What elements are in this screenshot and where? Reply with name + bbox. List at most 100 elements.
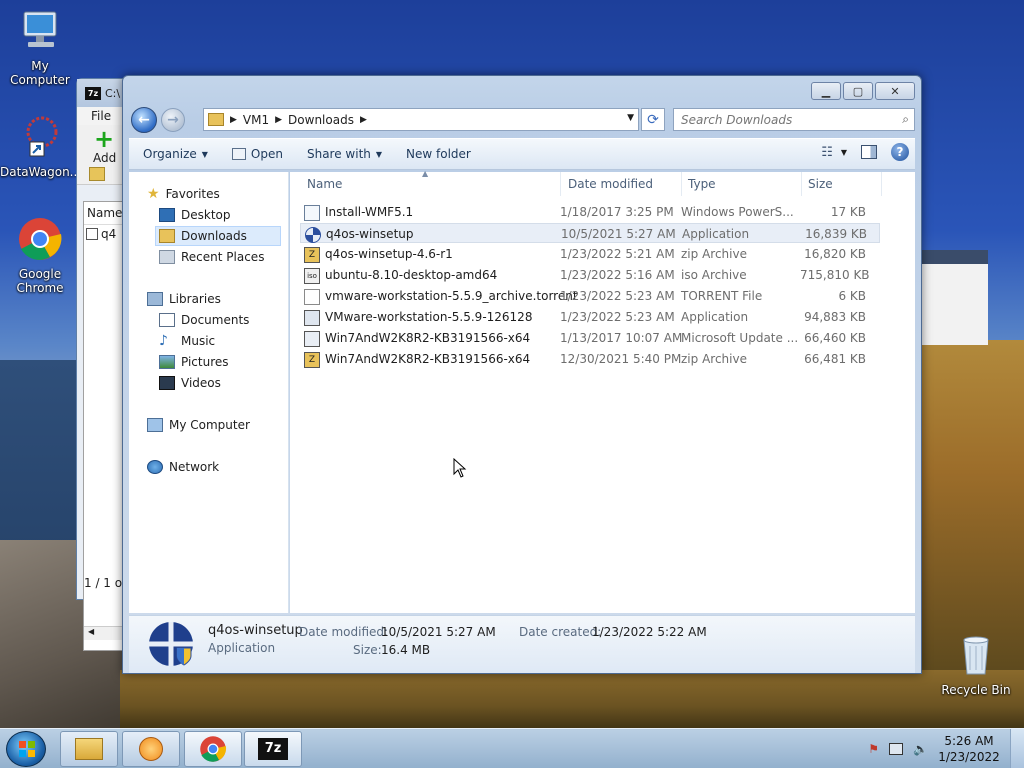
zip-archive-icon: Z xyxy=(304,352,320,368)
close-button[interactable]: ✕ xyxy=(875,82,915,100)
taskbar-media-player-button[interactable] xyxy=(122,731,180,767)
windows-logo-icon xyxy=(19,741,35,757)
details-date-created: 1/23/2022 5:22 AM xyxy=(592,625,707,639)
open-icon xyxy=(231,148,246,160)
desktop-icon-datawagon[interactable]: DataWagon... xyxy=(0,114,81,179)
file-row[interactable]: iso ubuntu-8.10-desktop-amd64 1/23/2022 … xyxy=(300,265,880,285)
details-date-modified-label: Date modified: xyxy=(299,625,389,639)
breadcrumb-downloads[interactable]: Downloads xyxy=(288,113,354,127)
nav-desktop[interactable]: Desktop xyxy=(159,205,231,225)
breadcrumb-vm1[interactable]: VM1 xyxy=(243,113,269,127)
search-box[interactable]: ⌕ xyxy=(673,108,915,131)
share-with-button[interactable]: Share with ▼ xyxy=(295,139,394,169)
view-options-button[interactable]: ☷ ▼ xyxy=(821,145,847,160)
videos-icon xyxy=(159,376,175,390)
organize-button[interactable]: Organize ▼ xyxy=(129,139,220,169)
minimize-icon: ▁ xyxy=(821,84,831,98)
nav-my-computer[interactable]: My Computer xyxy=(147,415,250,435)
recycle-bin-icon xyxy=(936,632,1016,681)
nav-music[interactable]: ♪ Music xyxy=(159,331,215,351)
preview-pane-button[interactable] xyxy=(861,145,877,159)
action-center-flag-icon[interactable]: ⚑ xyxy=(868,742,879,756)
nav-recent-places[interactable]: Recent Places xyxy=(159,247,264,267)
refresh-button[interactable]: ⟳ xyxy=(641,108,665,131)
forward-arrow-icon: → xyxy=(167,112,179,128)
breadcrumb-separator-icon[interactable]: ▶ xyxy=(360,115,367,125)
q4os-app-icon xyxy=(305,227,321,243)
desktop-icon-my-computer[interactable]: My Computer xyxy=(0,8,80,87)
chevron-down-icon: ▼ xyxy=(840,147,847,157)
back-button[interactable]: ← xyxy=(131,107,157,133)
nav-documents[interactable]: Documents xyxy=(159,310,249,330)
taskbar-7zip-button[interactable]: 7z xyxy=(244,731,302,767)
chevron-down-icon: ▼ xyxy=(375,149,383,159)
msu-update-icon xyxy=(304,331,320,347)
wallpaper-house xyxy=(918,250,988,345)
column-name[interactable]: Name xyxy=(301,172,561,196)
folder-up-icon[interactable] xyxy=(89,167,105,181)
navigation-pane[interactable]: ★ Favorites Desktop Downloads Recent Pla… xyxy=(129,172,289,613)
nav-favorites[interactable]: ★ Favorites xyxy=(147,184,220,204)
help-button[interactable]: ? xyxy=(891,143,909,161)
search-icon[interactable]: ⌕ xyxy=(902,112,909,127)
folder-icon xyxy=(75,738,103,760)
taskbar-chrome-button[interactable] xyxy=(184,731,242,767)
new-folder-button[interactable]: New folder xyxy=(394,139,483,169)
details-date-modified: 10/5/2021 5:27 AM xyxy=(381,625,496,639)
nav-videos[interactable]: Videos xyxy=(159,373,221,393)
address-bar[interactable]: ▶ VM1 ▶ Downloads ▶ ▼ xyxy=(203,108,639,131)
breadcrumb-separator-icon[interactable]: ▶ xyxy=(230,115,237,125)
computer-icon xyxy=(0,8,80,57)
search-input[interactable] xyxy=(681,112,891,127)
chrome-icon xyxy=(0,216,80,265)
column-date-modified[interactable]: Date modified xyxy=(562,172,682,196)
explorer-window[interactable]: ▁ ▢ ✕ ← → ▶ VM1 ▶ Downloads ▶ ▼ ⟳ ⌕ Orga… xyxy=(122,75,922,674)
wallpaper-grass xyxy=(120,670,1024,730)
column-size[interactable]: Size xyxy=(802,172,882,196)
nav-pictures[interactable]: Pictures xyxy=(159,352,229,372)
forward-button[interactable]: → xyxy=(161,108,185,132)
libraries-icon xyxy=(147,292,163,306)
minimize-button[interactable]: ▁ xyxy=(811,82,841,100)
column-header: ▲ Name Date modified Type Size xyxy=(290,169,915,196)
network-icon xyxy=(147,460,163,474)
file-row-selected[interactable]: q4os-winsetup 10/5/2021 5:27 AM Applicat… xyxy=(300,223,880,243)
file-row[interactable]: Z q4os-winsetup-4.6-r1 1/23/2022 5:21 AM… xyxy=(300,244,880,264)
breadcrumb-separator-icon[interactable]: ▶ xyxy=(275,115,282,125)
nav-downloads[interactable]: Downloads xyxy=(155,226,281,246)
file-list[interactable]: ▲ Name Date modified Type Size Install-W… xyxy=(290,169,915,613)
maximize-button[interactable]: ▢ xyxy=(843,82,873,100)
taskbar: 7z ⚑ 🔈 5:26 AM 1/23/2022 xyxy=(0,728,1024,768)
column-type[interactable]: Type xyxy=(682,172,802,196)
desktop-icon-recycle-bin[interactable]: Recycle Bin xyxy=(936,632,1016,697)
folder-icon xyxy=(208,113,224,126)
nav-libraries[interactable]: Libraries xyxy=(147,289,221,309)
command-bar: Organize ▼ Open Share with ▼ New folder … xyxy=(129,138,915,170)
system-clock[interactable]: 5:26 AM 1/23/2022 xyxy=(938,733,1000,765)
nav-network[interactable]: Network xyxy=(147,457,219,477)
pictures-icon xyxy=(159,355,175,369)
star-icon: ★ xyxy=(147,186,160,202)
network-status-icon[interactable] xyxy=(889,743,904,755)
file-row[interactable]: VMware-workstation-5.5.9-126128 1/23/202… xyxy=(300,307,880,327)
7zip-add-button[interactable]: Add xyxy=(93,151,116,165)
address-dropdown-icon[interactable]: ▼ xyxy=(627,113,634,123)
show-desktop-button[interactable] xyxy=(1010,729,1024,768)
file-row[interactable]: Win7AndW2K8R2-KB3191566-x64 1/13/2017 10… xyxy=(300,328,880,348)
help-icon: ? xyxy=(896,145,904,159)
open-button[interactable]: Open xyxy=(220,139,295,169)
file-row[interactable]: Z Win7AndW2K8R2-KB3191566-x64 12/30/2021… xyxy=(300,349,880,369)
details-pane: q4os-winsetup Application Date modified:… xyxy=(129,615,915,673)
details-size-label: Size: xyxy=(353,643,382,657)
documents-icon xyxy=(159,313,175,327)
desktop-icon-google-chrome[interactable]: Google Chrome xyxy=(0,216,80,295)
start-button[interactable] xyxy=(6,731,46,767)
media-player-icon xyxy=(139,737,163,761)
details-file-name: q4os-winsetup xyxy=(208,623,303,638)
file-row[interactable]: Install-WMF5.1 1/18/2017 3:25 PM Windows… xyxy=(300,202,880,222)
details-file-type: Application xyxy=(208,641,276,655)
volume-icon[interactable]: 🔈 xyxy=(913,742,928,756)
file-row[interactable]: vmware-workstation-5.5.9_archive.torrent… xyxy=(300,286,880,306)
powershell-script-icon xyxy=(304,205,320,221)
taskbar-explorer-button[interactable] xyxy=(60,731,118,767)
